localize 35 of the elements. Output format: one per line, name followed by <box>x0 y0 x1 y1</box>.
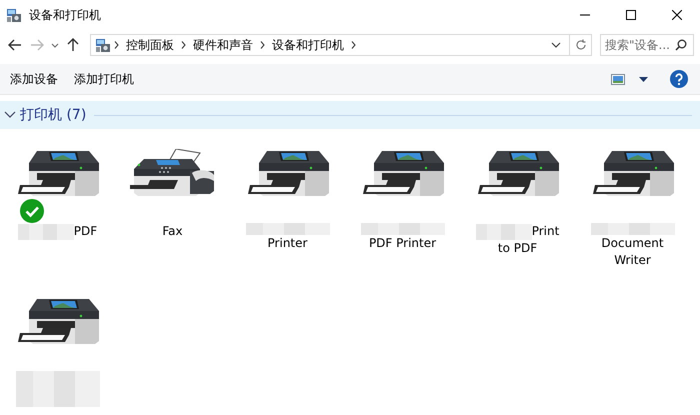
device-name: Document <box>601 235 664 252</box>
caret-icon <box>51 42 59 48</box>
chevron-icon <box>351 41 356 49</box>
close-icon <box>672 10 682 20</box>
device-name: Print <box>532 223 560 240</box>
refresh-icon <box>574 39 586 51</box>
address-bar[interactable]: 控制面板 硬件和声音 设备和打印机 <box>90 34 592 56</box>
control-panel-icon <box>95 37 111 53</box>
redacted-block <box>18 224 74 240</box>
maximize-icon <box>626 10 636 20</box>
device-name: Writer <box>614 252 651 269</box>
redacted-block <box>476 224 532 240</box>
device-name: PDF Printer <box>368 235 436 252</box>
search-icon <box>675 39 687 51</box>
device-name: to PDF <box>498 240 538 257</box>
chevron-icon <box>260 41 265 49</box>
device-name: PDF <box>74 223 98 240</box>
group-header[interactable]: 打印机 (7) <box>20 106 86 124</box>
breadcrumb-link[interactable]: 硬件和声音 <box>189 36 257 54</box>
breadcrumb-link[interactable]: 设备和打印机 <box>268 36 348 54</box>
toolbar-button[interactable]: 添加打印机 <box>66 66 142 92</box>
caret-icon <box>551 42 561 48</box>
device-name: Printer <box>268 235 308 252</box>
toolbar-button[interactable]: 添加设备 <box>2 66 66 92</box>
search-field[interactable]: 搜索"设备... <box>600 34 694 56</box>
back-arrow-icon <box>8 39 22 51</box>
control-panel-icon <box>6 7 22 23</box>
chevron-icon <box>181 41 186 49</box>
chevron-icon <box>114 41 119 49</box>
breadcrumb-link[interactable]: 控制面板 <box>122 36 178 54</box>
device-name: Fax <box>162 223 183 240</box>
window-title: 设备和打印机 <box>29 6 101 24</box>
collapse-chevron-icon[interactable] <box>4 111 16 119</box>
forward-arrow-icon <box>30 39 44 51</box>
up-arrow-icon <box>67 38 79 52</box>
